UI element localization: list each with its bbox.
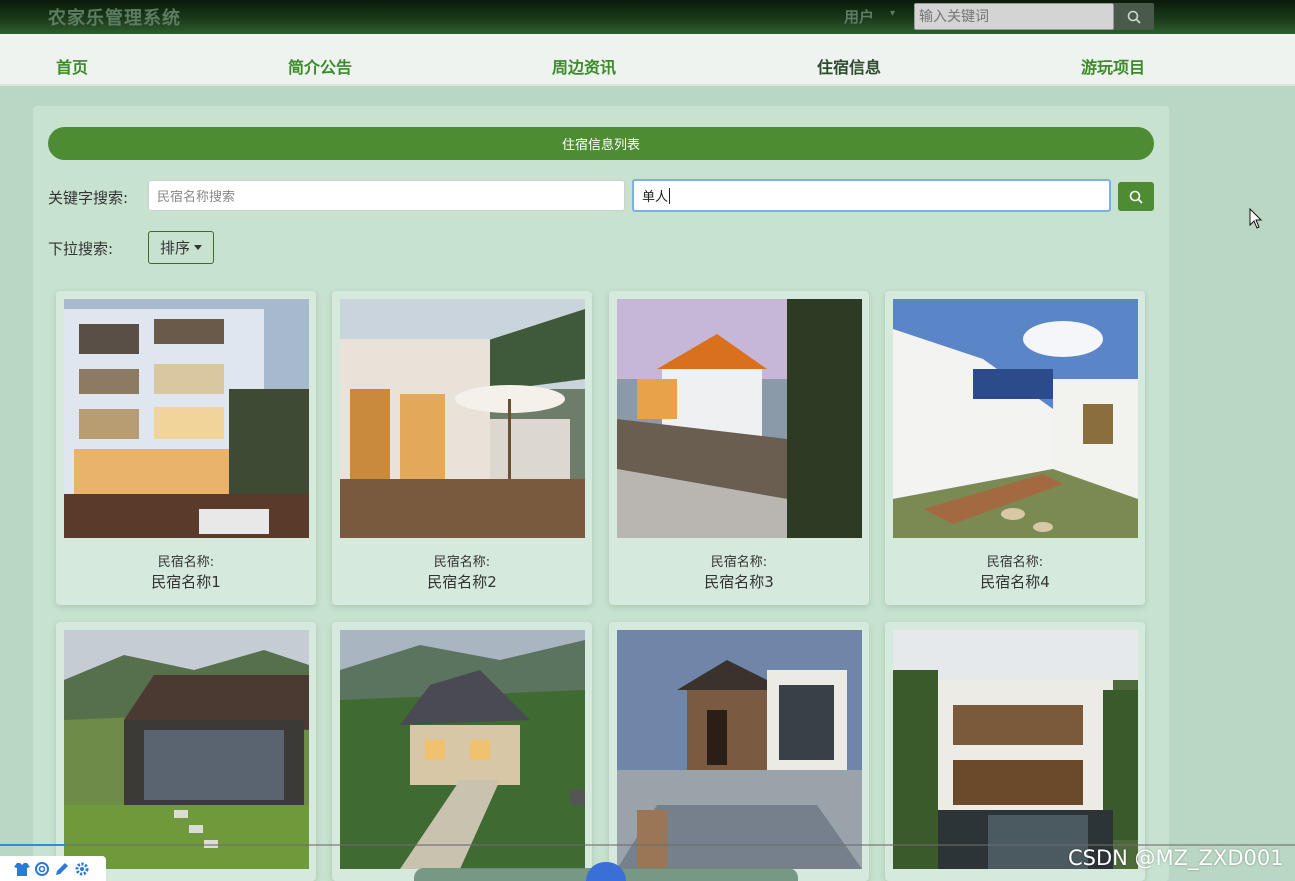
- lodging-card[interactable]: 民宿名称: 民宿名称1: [56, 291, 316, 605]
- top-search-input[interactable]: [914, 3, 1114, 30]
- nav-item-activities[interactable]: 游玩项目: [1081, 54, 1145, 78]
- keyword-search-label: 关键字搜索:: [48, 189, 129, 207]
- type-search-value: 单人: [642, 190, 669, 205]
- edit-icon[interactable]: [54, 861, 70, 877]
- lodging-card[interactable]: [332, 622, 592, 881]
- lodging-card[interactable]: 民宿名称: 民宿名称3: [609, 291, 869, 605]
- lodging-photo[interactable]: [64, 299, 309, 538]
- lodging-name-label: 民宿名称:: [157, 555, 215, 570]
- mouse-cursor-icon: [1249, 207, 1263, 234]
- lodging-card[interactable]: [885, 622, 1145, 881]
- system-tray: [0, 856, 106, 881]
- search-icon: [1129, 190, 1143, 204]
- lodging-card[interactable]: 民宿名称: 民宿名称4: [885, 291, 1145, 605]
- lodging-card[interactable]: 民宿名称: 民宿名称2: [332, 291, 592, 605]
- nav-item-lodging[interactable]: 住宿信息: [817, 54, 881, 78]
- caret-down-icon: [194, 245, 202, 250]
- lodging-photo[interactable]: [340, 630, 585, 869]
- app-brand: 农家乐管理系统: [48, 8, 181, 29]
- text-caret: [669, 187, 671, 204]
- search-icon: [1127, 10, 1141, 24]
- lodging-photo[interactable]: [893, 630, 1138, 869]
- lodging-name-label: 民宿名称:: [986, 555, 1044, 570]
- lodging-name[interactable]: 民宿名称3: [609, 571, 869, 592]
- lodging-photo[interactable]: [340, 299, 585, 538]
- name-search-input[interactable]: 民宿名称搜索: [148, 180, 625, 211]
- sort-dropdown[interactable]: 排序: [148, 231, 214, 264]
- page-title: 住宿信息列表: [48, 127, 1154, 160]
- nav-item-news[interactable]: 周边资讯: [552, 54, 616, 78]
- lodging-photo[interactable]: [617, 630, 862, 869]
- lodging-photo[interactable]: [893, 299, 1138, 538]
- nav-item-home[interactable]: 首页: [56, 54, 88, 78]
- lodging-name[interactable]: 民宿名称4: [885, 571, 1145, 592]
- user-menu-caret-icon[interactable]: ▾: [890, 8, 895, 19]
- video-progress-fill: [0, 844, 66, 846]
- sort-dropdown-label: 排序: [159, 239, 190, 257]
- dropdown-search-label: 下拉搜索:: [48, 240, 114, 258]
- top-search-button[interactable]: [1114, 3, 1154, 30]
- search-button[interactable]: [1118, 182, 1154, 211]
- user-menu[interactable]: 用户: [844, 6, 874, 27]
- lodging-photo[interactable]: [64, 630, 309, 869]
- lodging-name[interactable]: 民宿名称1: [56, 571, 316, 592]
- lodging-photo[interactable]: [617, 299, 862, 538]
- lodging-name-label: 民宿名称:: [433, 555, 491, 570]
- lodging-name[interactable]: 民宿名称2: [332, 571, 592, 592]
- lodging-card[interactable]: [56, 622, 316, 881]
- spiral-icon[interactable]: [34, 861, 50, 877]
- gear-icon[interactable]: [74, 861, 90, 877]
- name-search-placeholder: 民宿名称搜索: [157, 190, 236, 205]
- watermark: CSDN @MZ_ZXD001: [1068, 846, 1284, 870]
- shirt-icon[interactable]: [14, 862, 30, 876]
- nav-item-announcements[interactable]: 简介公告: [288, 54, 352, 78]
- lodging-name-label: 民宿名称:: [710, 555, 768, 570]
- main-nav: 首页 简介公告 周边资讯 住宿信息 游玩项目: [0, 34, 1295, 86]
- lodging-card[interactable]: [609, 622, 869, 881]
- type-search-input[interactable]: 单人: [632, 179, 1111, 212]
